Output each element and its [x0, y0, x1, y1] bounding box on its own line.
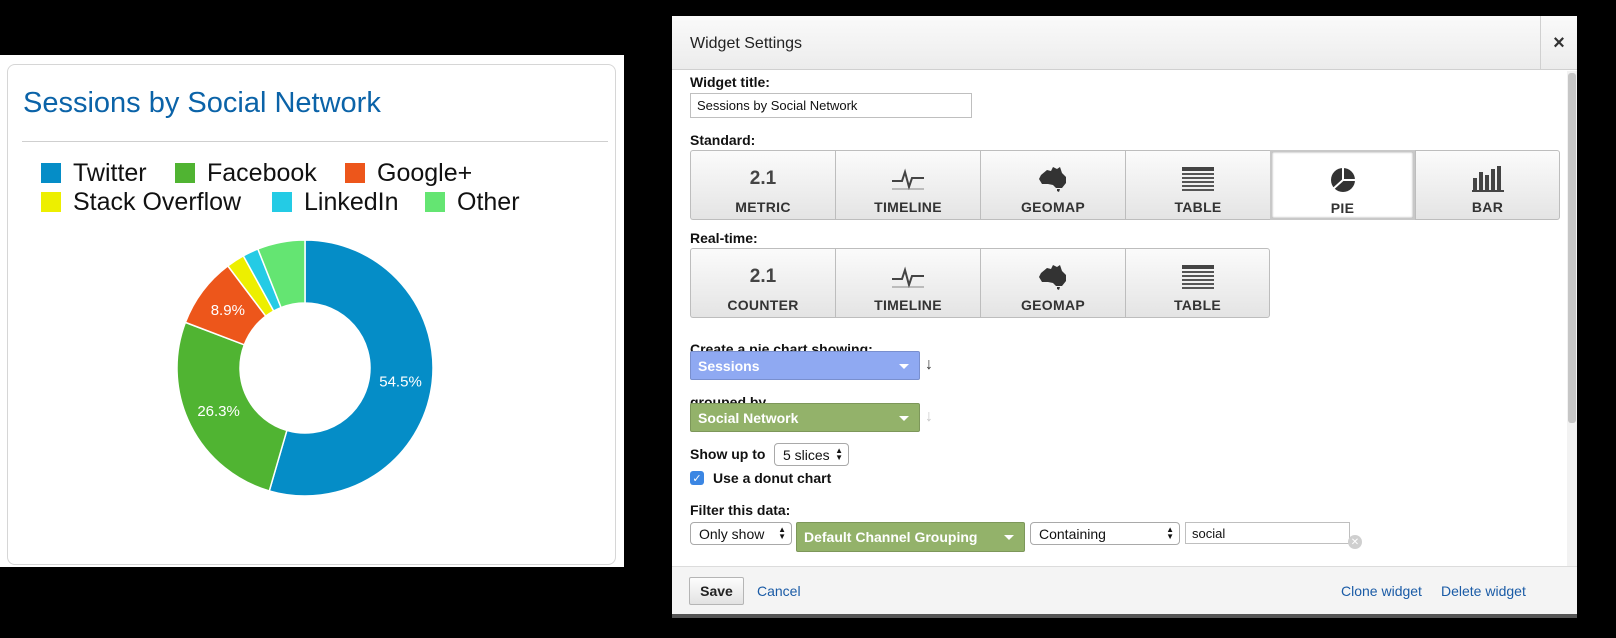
dialog-header: Widget Settings × [672, 16, 1577, 70]
metric-select[interactable]: Sessions [690, 351, 920, 380]
filter-operator-select[interactable]: Containing ▲ ▼ [1030, 522, 1180, 545]
realtime-table-button[interactable]: TABLE [1125, 248, 1270, 318]
widget-title-label: Widget title: [690, 74, 770, 90]
dashboard-widget-area: Sessions by Social Network Twitter Faceb… [0, 55, 624, 567]
cancel-link[interactable]: Cancel [757, 583, 801, 599]
type-label: GEOMAP [1020, 199, 1086, 215]
chevron-down-icon [1004, 535, 1014, 540]
updown-icon: ▲ ▼ [835, 446, 843, 462]
standard-timeline-button[interactable]: TIMELINE [835, 150, 980, 220]
bar-icon [1471, 163, 1504, 195]
chevron-down-icon [899, 416, 909, 421]
widget-settings-dialog: Widget Settings × Widget title: Standard… [672, 16, 1577, 618]
dialog-footer: Save Cancel Clone widget Delete widget [672, 566, 1577, 618]
type-label: TIMELINE [874, 297, 942, 313]
timeline-icon [891, 163, 925, 195]
close-icon: × [1553, 31, 1565, 54]
standard-label: Standard: [690, 132, 756, 148]
standard-pie-button[interactable]: PIE [1270, 150, 1415, 220]
scrollbar-thumb[interactable] [1568, 73, 1576, 423]
dialog-title: Widget Settings [690, 35, 803, 52]
check-icon: ✓ [692, 472, 702, 485]
metric-value: Sessions [698, 357, 760, 374]
slice-data-label: 8.9% [211, 302, 245, 319]
filter-mode-value: Only show [699, 525, 765, 542]
clear-icon[interactable]: ✕ [1348, 535, 1362, 549]
show-up-to-label: Show up to [690, 446, 766, 462]
type-label: GEOMAP [1020, 297, 1086, 313]
timeline-icon [891, 261, 925, 293]
type-label: TABLE [1174, 199, 1222, 215]
clone-widget-link[interactable]: Clone widget [1341, 583, 1422, 599]
dialog-scrollbar[interactable] [1567, 71, 1577, 566]
sort-arrow-icon[interactable]: ↓ [925, 408, 933, 426]
filter-operator-value: Containing [1039, 525, 1106, 542]
standard-table-button[interactable]: TABLE [1125, 150, 1270, 220]
footer-edge [672, 614, 1577, 618]
table-icon [1182, 163, 1214, 195]
pie-icon [1330, 164, 1356, 196]
close-button[interactable]: × [1540, 16, 1577, 70]
save-button[interactable]: Save [689, 577, 744, 605]
standard-type-row: 2.1 METRIC TIMELINE GEOMAP TABLE PIE BAR [690, 150, 1560, 220]
realtime-geomap-button[interactable]: GEOMAP [980, 248, 1125, 318]
geomap-icon [1038, 163, 1068, 195]
realtime-timeline-button[interactable]: TIMELINE [835, 248, 980, 318]
realtime-label: Real-time: [690, 230, 758, 246]
metric-icon: 2.1 [749, 168, 777, 189]
realtime-counter-button[interactable]: 2.1 COUNTER [690, 248, 835, 318]
dimension-select[interactable]: Social Network [690, 403, 920, 432]
realtime-type-row: 2.1 COUNTER TIMELINE GEOMAP TABLE [690, 248, 1270, 318]
updown-icon: ▲ ▼ [778, 525, 786, 541]
widget-title-input[interactable] [690, 93, 972, 118]
standard-geomap-button[interactable]: GEOMAP [980, 150, 1125, 220]
dimension-value: Social Network [698, 409, 799, 426]
updown-icon: ▲ ▼ [1166, 525, 1174, 541]
widget-card: Sessions by Social Network Twitter Faceb… [7, 64, 616, 565]
filter-value-input[interactable] [1185, 522, 1350, 544]
filter-dimension-value: Default Channel Grouping [804, 529, 978, 545]
slice-data-label: 54.5% [379, 374, 422, 391]
donut-chart: 54.5% 26.3% 8.9% [176, 239, 434, 497]
slice-data-label: 26.3% [197, 403, 240, 420]
table-icon [1181, 261, 1214, 293]
type-label: TABLE [1173, 297, 1222, 313]
donut-checkbox[interactable]: ✓ [690, 471, 704, 485]
filter-mode-select[interactable]: Only show ▲ ▼ [690, 522, 792, 545]
donut-checkbox-label[interactable]: Use a donut chart [713, 470, 831, 486]
chevron-down-icon [899, 364, 909, 369]
counter-icon: 2.1 [749, 266, 777, 287]
type-label: TIMELINE [874, 199, 942, 215]
slices-select[interactable]: 5 slices ▲ ▼ [774, 443, 849, 466]
sort-arrow-icon[interactable]: ↓ [925, 356, 933, 374]
type-label: COUNTER [727, 297, 799, 313]
type-label: METRIC [735, 199, 791, 215]
filter-dimension-select[interactable]: Default Channel Grouping [796, 522, 1025, 552]
geomap-icon [1038, 261, 1068, 293]
type-label: PIE [1330, 200, 1355, 216]
filter-label: Filter this data: [690, 502, 791, 518]
standard-metric-button[interactable]: 2.1 METRIC [690, 150, 835, 220]
type-label: BAR [1471, 199, 1504, 215]
delete-widget-link[interactable]: Delete widget [1441, 583, 1526, 599]
standard-bar-button[interactable]: BAR [1415, 150, 1560, 220]
slices-value: 5 slices [783, 446, 830, 463]
